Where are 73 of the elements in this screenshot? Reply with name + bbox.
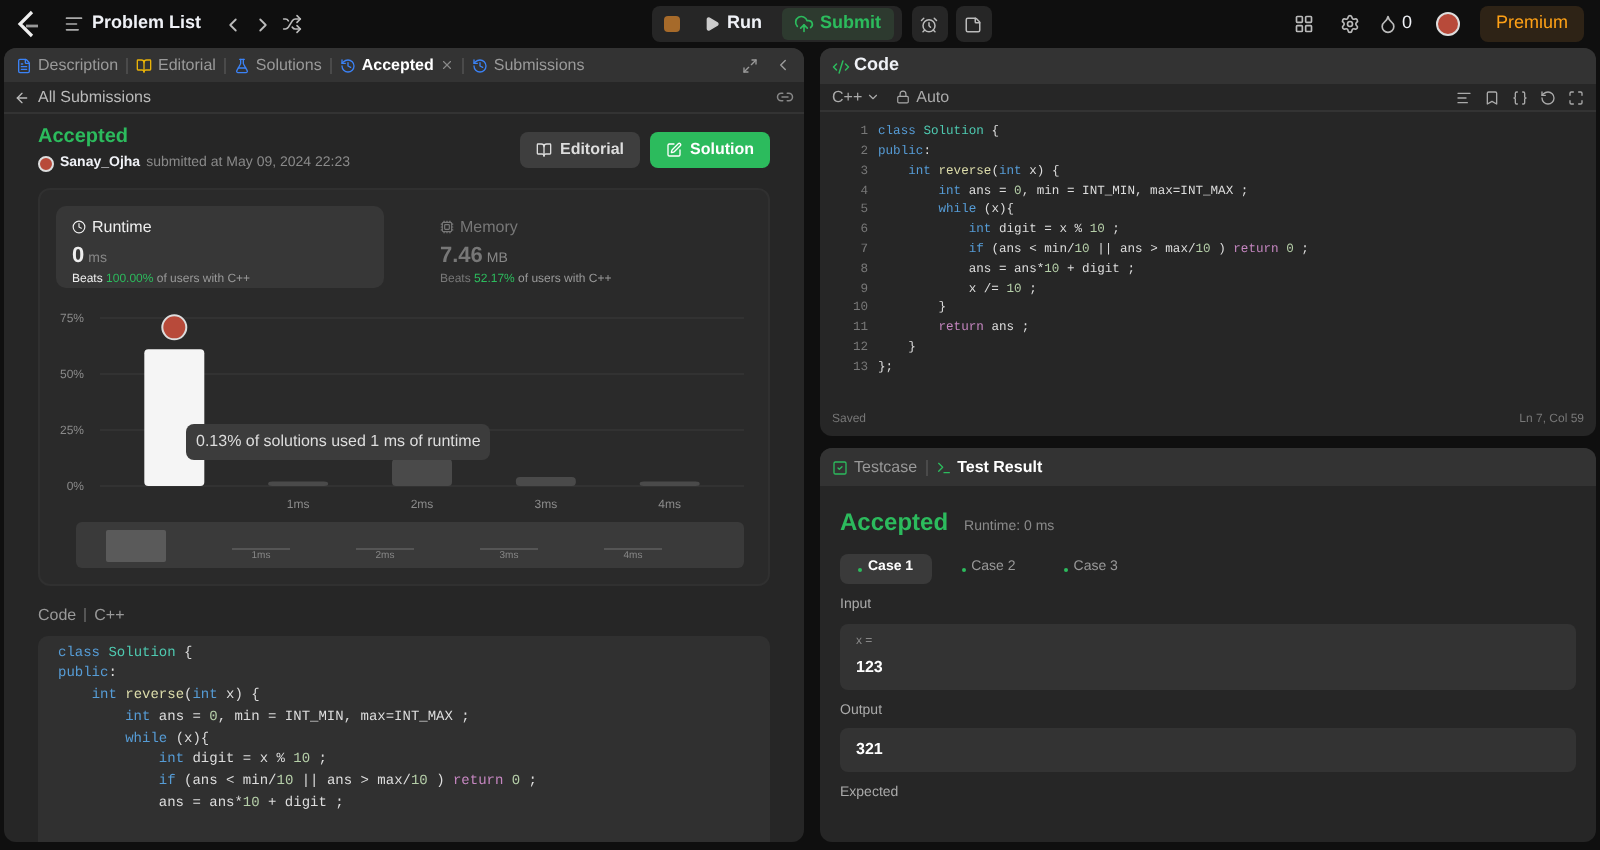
note-icon — [964, 15, 983, 33]
tab[interactable]: Editorial — [136, 53, 216, 77]
stat-label: Memory — [460, 215, 518, 239]
chevron-down-icon — [866, 90, 881, 104]
alarm-clock-icon — [920, 15, 939, 33]
notes-button[interactable] — [955, 6, 992, 42]
tab[interactable]: Solutions — [233, 53, 322, 77]
tab[interactable]: Description — [16, 53, 119, 77]
avatar — [161, 313, 188, 340]
collapse-icon[interactable] — [774, 56, 792, 74]
timer-button[interactable] — [911, 6, 948, 42]
run-button[interactable]: Run — [691, 8, 775, 40]
debug-icon[interactable] — [663, 16, 680, 32]
streak-icon[interactable] — [1377, 14, 1398, 34]
premium-button[interactable]: Premium — [1479, 6, 1584, 42]
reset-icon[interactable] — [1540, 89, 1556, 105]
chip-icon — [440, 220, 454, 234]
chart-bar — [392, 458, 452, 485]
bookmark-icon[interactable] — [1484, 89, 1500, 105]
code-icon — [832, 57, 850, 75]
link-icon[interactable] — [776, 88, 794, 106]
format-icon[interactable] — [1456, 89, 1472, 105]
stat-value: 0 — [72, 241, 85, 271]
book-icon — [535, 141, 552, 158]
problem-list-link[interactable]: Problem List — [92, 10, 202, 38]
history-icon — [339, 57, 356, 73]
code-label: Code — [38, 603, 77, 627]
stat-label: Runtime — [92, 215, 152, 239]
lock-icon — [896, 90, 911, 104]
cloud-upload-icon — [794, 14, 815, 34]
runtime-tooltip: 0.13% of solutions used 1 ms of runtime — [186, 423, 491, 459]
book-icon — [136, 57, 153, 73]
chart-bar — [515, 476, 576, 485]
tab[interactable]: Submissions — [471, 53, 585, 77]
tab[interactable]: Testcase — [832, 455, 918, 479]
avatar — [1435, 12, 1460, 36]
all-submissions-link[interactable]: All Submissions — [38, 85, 151, 109]
maximize-icon[interactable] — [742, 57, 758, 73]
tab[interactable]: Test Result — [935, 455, 1043, 479]
braces-icon[interactable] — [1512, 89, 1528, 105]
language-select[interactable]: C++ — [832, 85, 881, 109]
streak-count: 0 — [1401, 10, 1412, 37]
chart-bar — [268, 480, 329, 485]
result-status: Accepted — [840, 506, 949, 540]
flask-icon — [233, 57, 250, 73]
result-status: Accepted — [38, 124, 131, 152]
overview-bar — [106, 529, 166, 561]
mode-label[interactable]: Auto — [916, 85, 950, 109]
back-icon[interactable] — [14, 89, 30, 105]
editorial-button[interactable]: Editorial — [519, 131, 640, 168]
clock-icon — [72, 220, 86, 234]
close-icon[interactable] — [439, 58, 454, 72]
chart-bar — [639, 480, 700, 485]
avatar — [38, 156, 54, 173]
panel-title: Code — [854, 52, 899, 79]
value-text: 321 — [856, 738, 885, 762]
stat-value: 7.46 — [440, 241, 483, 271]
tab[interactable]: Accepted — [339, 53, 434, 77]
value-text: 123 — [856, 655, 885, 679]
history-icon — [471, 57, 488, 73]
pen-square-icon — [666, 141, 682, 158]
checkbox-icon — [832, 459, 848, 475]
document-icon — [16, 57, 32, 73]
code-language: C++ — [94, 603, 125, 627]
terminal-icon — [935, 459, 952, 475]
logo-icon — [16, 10, 40, 38]
submit-button[interactable]: Submit — [782, 8, 894, 40]
settings-icon[interactable] — [1339, 14, 1360, 34]
list-icon — [64, 14, 84, 34]
play-icon — [703, 16, 720, 32]
shuffle-icon[interactable] — [281, 14, 302, 34]
fullscreen-icon[interactable] — [1568, 89, 1584, 105]
layout-icon[interactable] — [1293, 14, 1314, 34]
